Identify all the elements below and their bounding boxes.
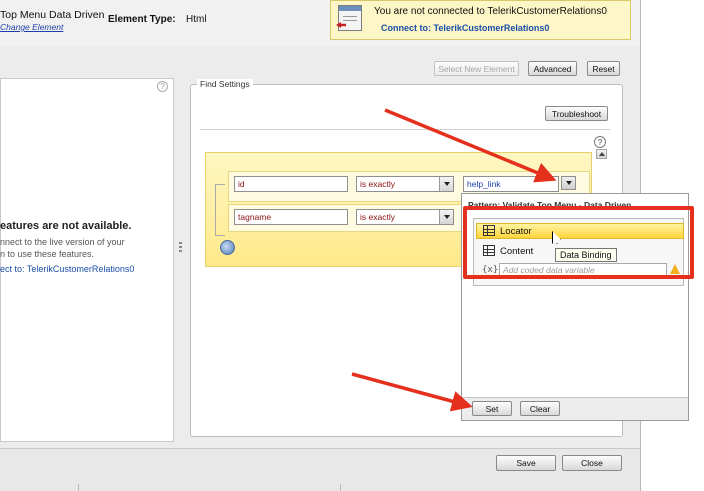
annotation-arrows — [351, 108, 557, 412]
arrow-to-dropdown — [384, 108, 557, 183]
arrow-to-set-button — [351, 372, 473, 412]
